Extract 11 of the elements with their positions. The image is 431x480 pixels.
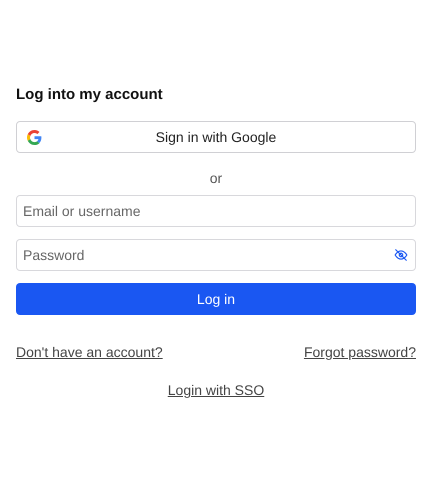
sign-up-link[interactable]: Don't have an account? [16, 344, 163, 360]
or-separator: or [210, 170, 222, 186]
email-field[interactable]: Email or username [16, 195, 416, 227]
sso-login-link[interactable]: Login with SSO [168, 382, 264, 398]
eye-off-icon[interactable] [394, 248, 408, 262]
google-sign-in-button[interactable]: Sign in with Google [16, 121, 416, 153]
form-title: Log into my account [16, 86, 164, 104]
password-field[interactable]: Password [16, 239, 416, 271]
log-in-button[interactable]: Log in [16, 283, 416, 315]
google-logo-icon [27, 130, 42, 145]
forgot-password-link[interactable]: Forgot password? [304, 344, 416, 360]
